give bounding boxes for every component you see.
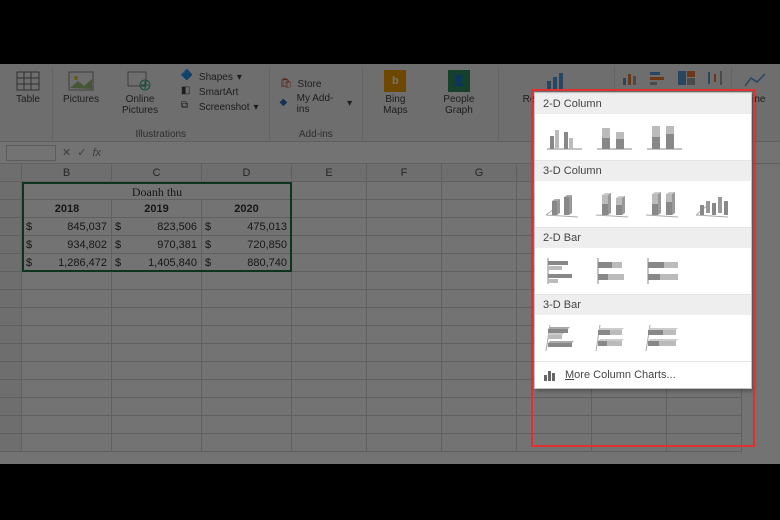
screenshot-button[interactable]: ⧉Screenshot ▾ xyxy=(181,100,259,114)
stacked-bar-2d[interactable] xyxy=(593,254,635,288)
stacked-bar-3d[interactable] xyxy=(593,321,635,355)
col-header[interactable]: F xyxy=(367,164,442,182)
store-button[interactable]: 🛍Store xyxy=(280,78,353,92)
col-header[interactable]: C xyxy=(112,164,202,182)
screenshot-icon: ⧉ xyxy=(181,100,195,114)
column-chart-icon[interactable] xyxy=(621,70,641,86)
online-pictures-label: Online Pictures xyxy=(111,94,169,116)
illustrations-group-label: Illustrations xyxy=(53,129,269,140)
column-chart-dropdown: 2-D Column 3-D Column 2-D Bar xyxy=(534,92,752,389)
people-graph-label: People Graph xyxy=(430,94,488,116)
col-header[interactable]: G xyxy=(442,164,517,182)
smartart-icon: ◧ xyxy=(181,85,195,99)
row-header[interactable] xyxy=(0,182,22,200)
pictures-icon xyxy=(67,70,95,92)
online-pictures-icon xyxy=(126,70,154,92)
column-chart-icon xyxy=(543,368,559,382)
clustered-bar-2d[interactable] xyxy=(543,254,585,288)
section-3d-bar: 3-D Bar xyxy=(535,294,751,315)
addins-group-label: Add-ins xyxy=(270,129,363,140)
stacked-column-3d[interactable] xyxy=(593,187,635,221)
addins-icon: ◆ xyxy=(280,97,293,111)
clustered-column-2d[interactable] xyxy=(543,120,585,154)
chevron-down-icon: ▾ xyxy=(237,72,242,83)
year-header[interactable]: 2019 xyxy=(112,200,202,218)
my-addins-button[interactable]: ◆My Add-ins ▾ xyxy=(280,93,353,115)
shapes-icon: 🔷 xyxy=(181,70,195,84)
enter-icon[interactable]: ✓ xyxy=(77,146,86,159)
year-header[interactable]: 2018 xyxy=(22,200,112,218)
pictures-label: Pictures xyxy=(63,94,99,105)
col-header[interactable]: D xyxy=(202,164,292,182)
table-title-cell[interactable]: Doanh thu xyxy=(22,182,292,200)
clustered-bar-3d[interactable] xyxy=(543,321,585,355)
row-header[interactable] xyxy=(0,254,22,272)
treemap-icon[interactable] xyxy=(677,70,697,86)
row-header[interactable] xyxy=(0,218,22,236)
section-2d-column: 2-D Column xyxy=(535,93,751,114)
cancel-icon[interactable]: ✕ xyxy=(62,146,71,159)
section-2d-bar: 2-D Bar xyxy=(535,227,751,248)
clustered-column-3d[interactable] xyxy=(543,187,585,221)
year-header[interactable]: 2020 xyxy=(202,200,292,218)
chevron-down-icon: ▾ xyxy=(347,98,352,109)
col-header[interactable]: E xyxy=(292,164,367,182)
bing-maps-button[interactable]: b Bing Maps xyxy=(369,68,422,118)
table-label: Table xyxy=(16,94,40,105)
row-header[interactable] xyxy=(0,200,22,218)
name-box[interactable] xyxy=(6,145,56,161)
bing-icon: b xyxy=(384,70,406,92)
line-chart-icon xyxy=(742,70,770,92)
shapes-button[interactable]: 🔷Shapes ▾ xyxy=(181,70,259,84)
table-icon xyxy=(14,70,42,92)
bing-maps-label: Bing Maps xyxy=(373,94,418,116)
100-stacked-bar-2d[interactable] xyxy=(643,254,685,288)
100-stacked-column-3d[interactable] xyxy=(643,187,685,221)
col-header[interactable]: B xyxy=(22,164,112,182)
smartart-button[interactable]: ◧SmartArt xyxy=(181,85,259,99)
section-3d-column: 3-D Column xyxy=(535,160,751,181)
more-column-charts[interactable]: More Column Charts... xyxy=(535,361,751,388)
row-header[interactable] xyxy=(0,236,22,254)
chevron-down-icon: ▾ xyxy=(254,102,259,113)
pictures-button[interactable]: Pictures xyxy=(59,68,103,118)
bar-chart-icon[interactable] xyxy=(649,70,669,86)
stock-icon[interactable] xyxy=(705,70,725,86)
chart-type-buttons xyxy=(621,68,725,86)
recommended-charts-icon xyxy=(543,70,571,92)
stacked-column-2d[interactable] xyxy=(593,120,635,154)
100-stacked-column-2d[interactable] xyxy=(643,120,685,154)
100-stacked-bar-3d[interactable] xyxy=(643,321,685,355)
3d-column[interactable] xyxy=(693,187,735,221)
people-graph-icon: 👤 xyxy=(448,70,470,92)
people-graph-button[interactable]: 👤 People Graph xyxy=(426,68,492,118)
online-pictures-button[interactable]: Online Pictures xyxy=(107,68,173,118)
store-icon: 🛍 xyxy=(280,78,294,92)
fx-label[interactable]: fx xyxy=(92,147,101,159)
insert-table-button[interactable]: Table xyxy=(10,68,46,107)
